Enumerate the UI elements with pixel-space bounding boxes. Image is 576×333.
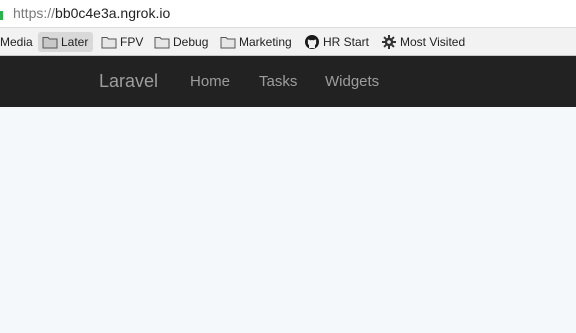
nav-link-home[interactable]: Home — [190, 73, 230, 90]
bookmark-label: Media — [0, 35, 33, 49]
bookmark-marketing[interactable]: Marketing — [216, 32, 296, 52]
bookmark-label: HR Start — [323, 35, 370, 49]
folder-icon — [42, 37, 58, 49]
bookmark-most-visited[interactable]: Most Visited — [377, 32, 469, 52]
bookmark-later[interactable]: Later — [38, 32, 93, 52]
bookmark-label: Most Visited — [400, 35, 466, 49]
app-navbar: Laravel Home Tasks Widgets — [0, 56, 576, 107]
folder-icon — [220, 37, 236, 49]
nav-link-tasks[interactable]: Tasks — [259, 73, 297, 90]
gear-icon — [382, 35, 396, 49]
secure-indicator — [0, 11, 3, 20]
github-icon — [305, 35, 319, 49]
url-scheme: https:// — [13, 5, 56, 21]
nav-link-widgets[interactable]: Widgets — [325, 73, 379, 90]
url-host: bb0c4e3a.ngrok.io — [55, 5, 171, 21]
brand-link[interactable]: Laravel — [99, 71, 158, 92]
folder-icon — [101, 37, 117, 49]
address-bar[interactable]: https://bb0c4e3a.ngrok.io — [0, 0, 576, 28]
bookmark-label: Debug — [173, 35, 209, 49]
bookmark-label: Later — [61, 35, 89, 49]
bookmarks-bar: Media Later FPV Debug Marketing HR Start — [0, 28, 576, 56]
bookmark-label: FPV — [120, 35, 144, 49]
bookmark-hr-start[interactable]: HR Start — [300, 32, 374, 52]
bookmark-media[interactable]: Media — [0, 32, 36, 52]
bookmark-fpv[interactable]: FPV — [97, 32, 147, 52]
folder-icon — [154, 37, 170, 49]
page-content — [0, 107, 576, 333]
bookmark-debug[interactable]: Debug — [150, 32, 212, 52]
url-text[interactable]: https://bb0c4e3a.ngrok.io — [13, 5, 170, 21]
bookmark-label: Marketing — [239, 35, 292, 49]
